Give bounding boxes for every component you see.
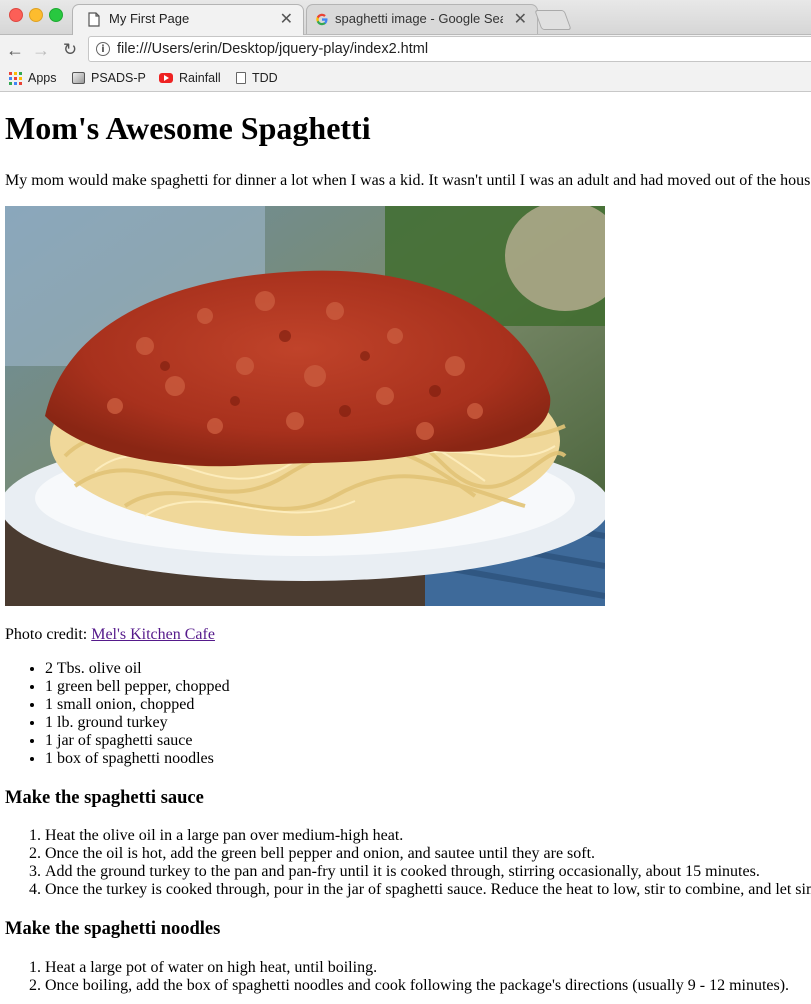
reload-icon[interactable]: ↻ [59, 38, 81, 62]
tab-my-first-page[interactable]: My First Page ✕ [72, 4, 304, 35]
page-icon [88, 12, 100, 27]
intro-paragraph: My mom would make spaghetti for dinner a… [5, 172, 811, 189]
ingredients-list: 2 Tbs. olive oil 1 green bell pepper, ch… [5, 660, 230, 768]
noodle-steps-list: Heat a large pot of water on high heat, … [5, 959, 789, 995]
list-item: 2 Tbs. olive oil [45, 660, 230, 678]
close-icon[interactable]: ✕ [514, 9, 527, 29]
list-item: 1 box of spaghetti noodles [45, 750, 230, 768]
page-content: Mom's Awesome Spaghetti My mom would mak… [0, 92, 811, 1004]
list-item: Heat the olive oil in a large pan over m… [45, 827, 811, 845]
list-item: Heat a large pot of water on high heat, … [45, 959, 789, 977]
navigation-toolbar: ← → ↻ i file:///Users/erin/Desktop/jquer… [0, 35, 811, 65]
bookmark-rainfall[interactable]: Rainfall [159, 70, 221, 86]
photo-credit-label: Photo credit: [5, 626, 92, 643]
spaghetti-illustration [5, 206, 605, 606]
address-bar[interactable]: i file:///Users/erin/Desktop/jquery-play… [88, 36, 811, 62]
zoom-window-button[interactable] [49, 8, 63, 22]
google-icon [316, 13, 328, 26]
new-tab-button[interactable] [534, 10, 572, 30]
close-icon[interactable]: ✕ [280, 9, 293, 29]
tab-title: spaghetti image - Google Search [335, 11, 503, 26]
bookmarks-bar: Apps PSADS-P Rainfall TDD [0, 65, 811, 92]
list-item: Add the ground turkey to the pan and pan… [45, 863, 811, 881]
sauce-steps-list: Heat the olive oil in a large pan over m… [5, 827, 811, 899]
image-icon [72, 72, 85, 84]
bookmark-label: Rainfall [179, 71, 221, 85]
minimize-window-button[interactable] [29, 8, 43, 22]
bookmark-psads[interactable]: PSADS-P [72, 70, 146, 86]
bookmark-label: Apps [28, 71, 57, 85]
youtube-icon [159, 73, 173, 83]
info-icon[interactable]: i [96, 42, 110, 56]
list-item: Once boiling, add the box of spaghetti n… [45, 977, 789, 995]
sauce-heading: Make the spaghetti sauce [5, 788, 204, 808]
list-item: 1 small onion, chopped [45, 696, 230, 714]
tab-title: My First Page [109, 11, 190, 26]
page-title: Mom's Awesome Spaghetti [5, 110, 371, 146]
list-item: Once the oil is hot, add the green bell … [45, 845, 811, 863]
back-arrow-icon[interactable]: ← [4, 38, 26, 62]
tab-google-search[interactable]: spaghetti image - Google Search ✕ [306, 4, 538, 34]
address-url[interactable]: file:///Users/erin/Desktop/jquery-play/i… [117, 41, 428, 57]
noodles-heading: Make the spaghetti noodles [5, 919, 221, 939]
spaghetti-photo [5, 206, 605, 606]
bookmark-label: PSADS-P [91, 71, 146, 85]
photo-credit: Photo credit: Mel's Kitchen Cafe [5, 626, 215, 644]
list-item: 1 lb. ground turkey [45, 714, 230, 732]
apps-grid-icon [9, 71, 22, 85]
close-window-button[interactable] [9, 8, 23, 22]
document-icon [236, 72, 246, 84]
bookmark-apps[interactable]: Apps [9, 70, 57, 86]
bookmark-tdd[interactable]: TDD [236, 70, 278, 86]
forward-arrow-icon[interactable]: → [30, 38, 52, 62]
bookmark-label: TDD [252, 71, 278, 85]
list-item: 1 green bell pepper, chopped [45, 678, 230, 696]
photo-credit-link[interactable]: Mel's Kitchen Cafe [91, 626, 215, 643]
list-item: 1 jar of spaghetti sauce [45, 732, 230, 750]
list-item: Once the turkey is cooked through, pour … [45, 881, 811, 899]
tab-strip: My First Page ✕ spaghetti image - Google… [0, 0, 811, 35]
